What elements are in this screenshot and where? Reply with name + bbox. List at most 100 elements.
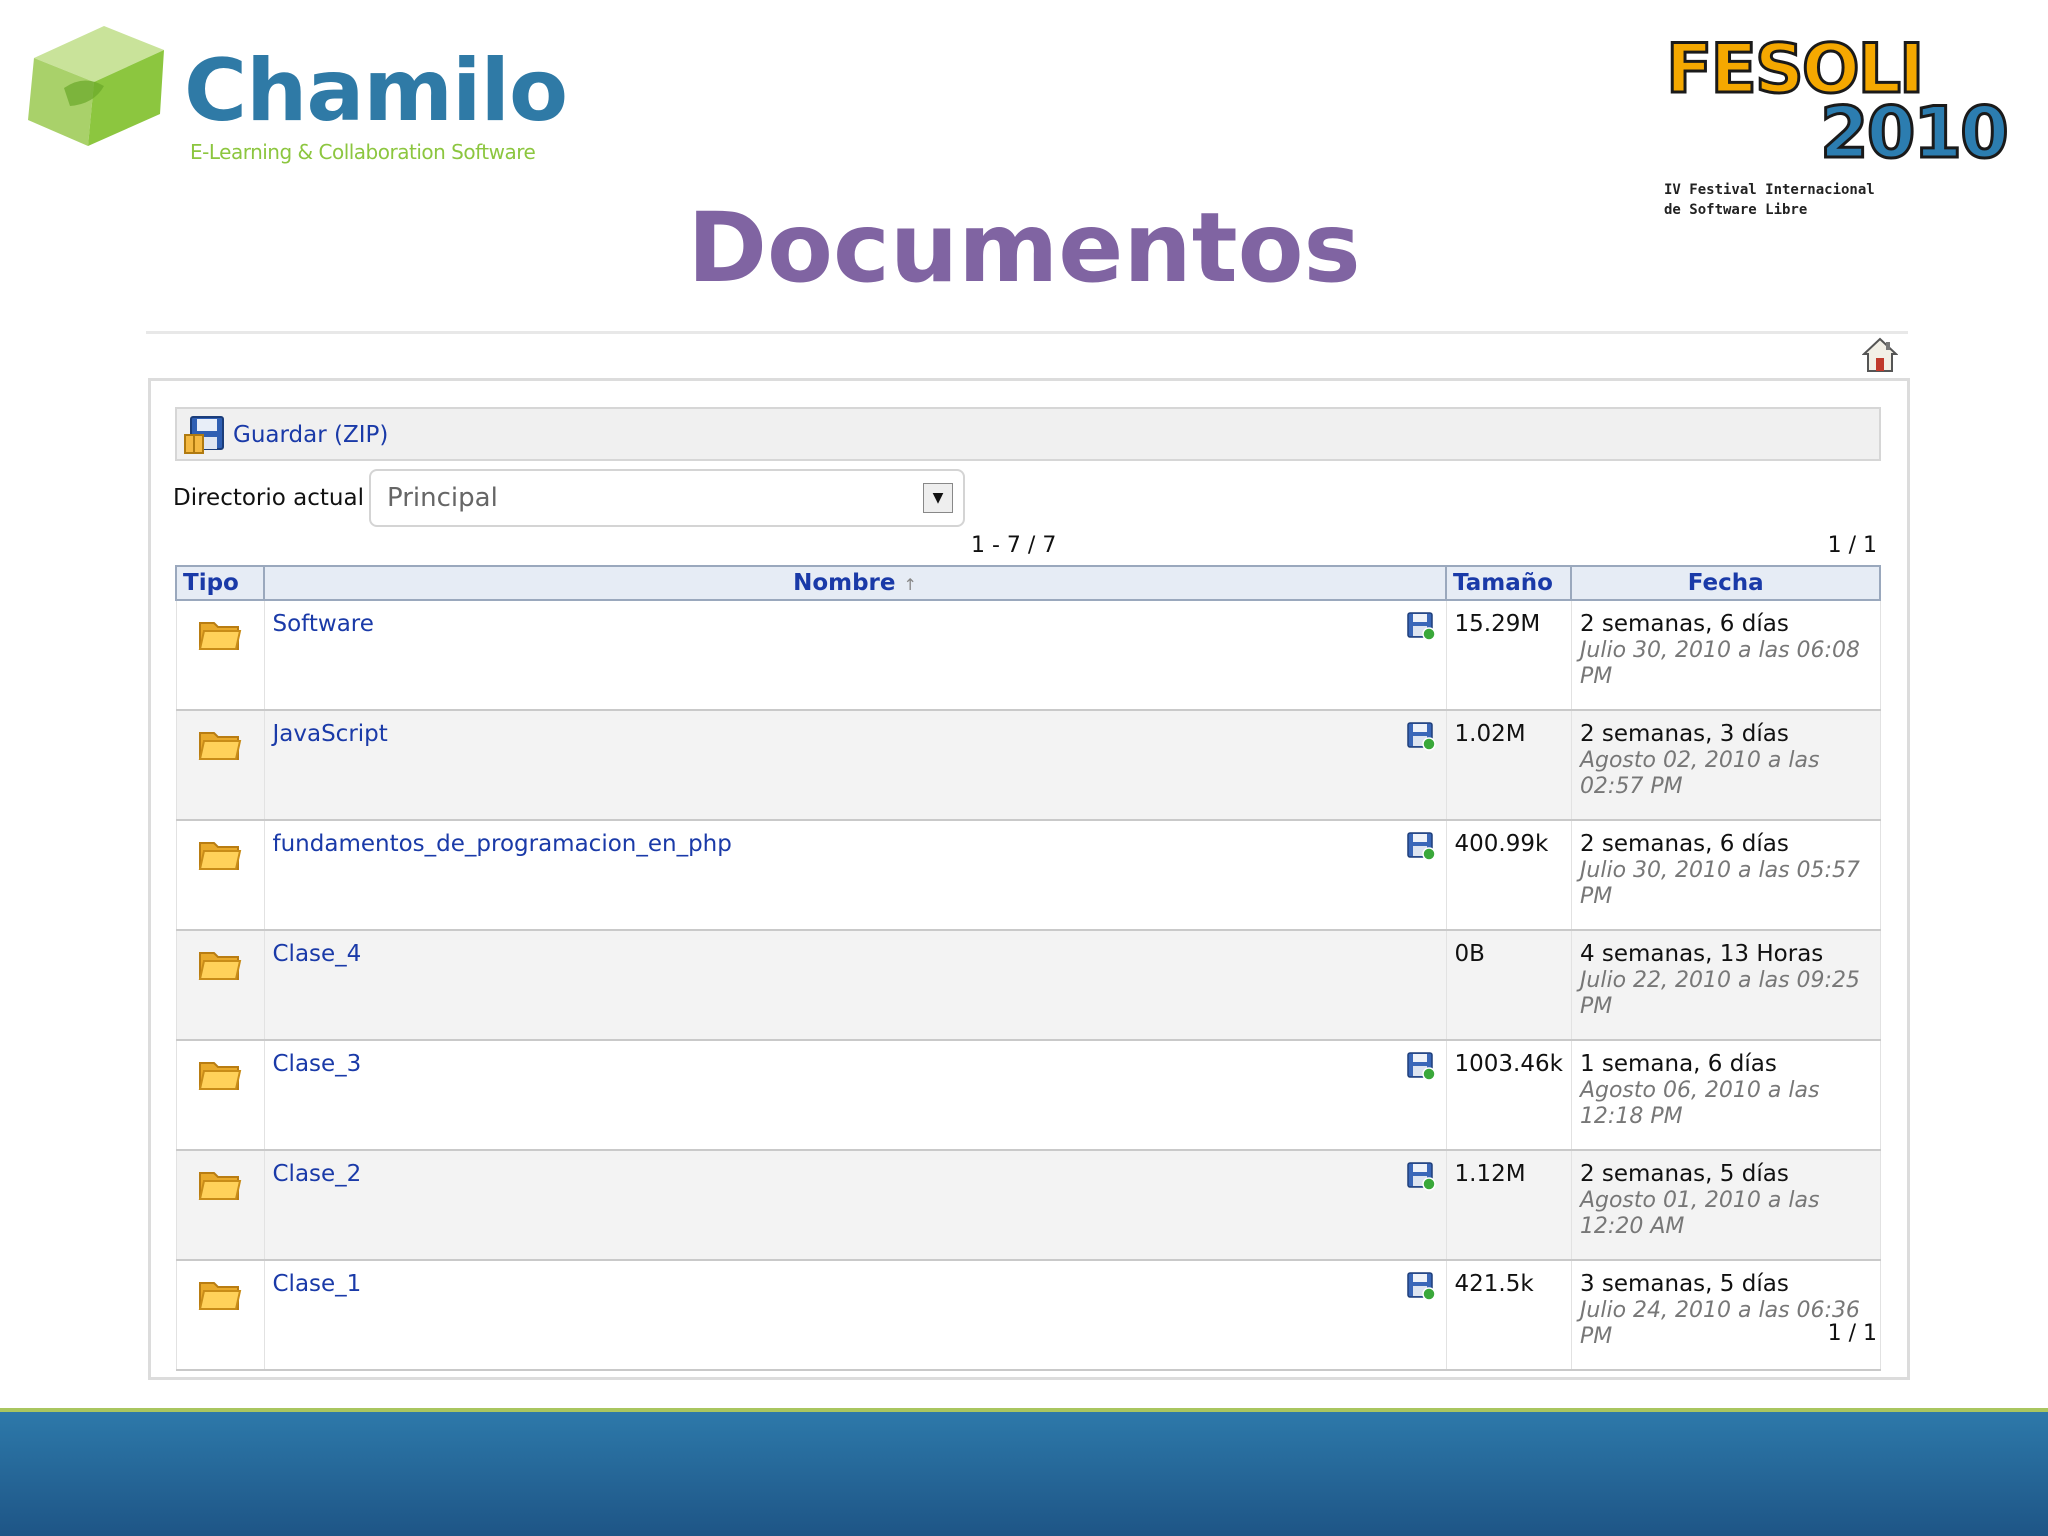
type-cell bbox=[175, 820, 265, 931]
date-cell: 3 semanas, 5 días Julio 24, 2010 a las 0… bbox=[1570, 1260, 1881, 1371]
table-row: Clase_3 1003.46k 1 semana, 6 días Agosto… bbox=[175, 1040, 1881, 1151]
type-cell bbox=[175, 710, 265, 821]
document-date: Julio 22, 2010 a las 09:25 PM bbox=[1579, 968, 1860, 1019]
name-cell: Clase_1 bbox=[263, 1260, 1447, 1371]
table-header-row: Tipo Nombre ↑ Tamaño Fecha bbox=[175, 565, 1881, 601]
document-name-link[interactable]: fundamentos_de_programacion_en_php bbox=[273, 831, 732, 857]
type-cell bbox=[175, 930, 265, 1041]
document-age: 4 semanas, 13 Horas bbox=[1579, 941, 1824, 967]
document-name-link[interactable]: JavaScript bbox=[273, 721, 388, 747]
save-zip-icon[interactable] bbox=[1406, 721, 1436, 751]
table-row: Clase_4 0B 4 semanas, 13 Horas Julio 22,… bbox=[175, 930, 1881, 1041]
home-icon[interactable] bbox=[1862, 336, 1898, 374]
title-divider bbox=[146, 331, 1908, 334]
documents-table: Tipo Nombre ↑ Tamaño Fecha Software 15.2… bbox=[175, 565, 1881, 1371]
chamilo-cube-icon bbox=[28, 26, 164, 146]
chamilo-logo: Chamilo E-Learning & Collaboration Softw… bbox=[14, 18, 574, 168]
save-zip-icon[interactable] bbox=[1406, 1271, 1436, 1301]
date-cell: 2 semanas, 6 días Julio 30, 2010 a las 0… bbox=[1570, 600, 1881, 711]
folder-icon[interactable] bbox=[198, 945, 242, 983]
name-cell: Clase_4 bbox=[263, 930, 1447, 1041]
folder-icon[interactable] bbox=[198, 1165, 242, 1203]
chamilo-tagline: E-Learning & Collaboration Software bbox=[190, 140, 536, 164]
name-cell: fundamentos_de_programacion_en_php bbox=[263, 820, 1447, 931]
save-zip-icon[interactable] bbox=[1406, 611, 1436, 641]
name-cell: Clase_2 bbox=[263, 1150, 1447, 1261]
document-date: Agosto 01, 2010 a las 12:20 AM bbox=[1579, 1188, 1820, 1239]
column-header-tamano-label: Tamaño bbox=[1453, 570, 1553, 596]
date-cell: 2 semanas, 3 días Agosto 02, 2010 a las … bbox=[1570, 710, 1881, 821]
document-size: 1003.46k bbox=[1454, 1051, 1563, 1077]
current-directory-select[interactable]: Principal ▼ bbox=[369, 469, 965, 527]
folder-icon[interactable] bbox=[198, 615, 242, 653]
save-zip-icon[interactable] bbox=[1406, 1161, 1436, 1191]
document-age: 2 semanas, 3 días bbox=[1579, 721, 1789, 747]
floppy-zip-icon bbox=[184, 416, 224, 454]
documents-toolbar: Guardar (ZIP) bbox=[175, 407, 1881, 461]
date-cell: 1 semana, 6 días Agosto 06, 2010 a las 1… bbox=[1570, 1040, 1881, 1151]
fesoli-subtitle-line1: IV Festival Internacional bbox=[1664, 182, 1875, 198]
document-age: 2 semanas, 6 días bbox=[1579, 611, 1789, 637]
document-size: 1.02M bbox=[1454, 721, 1526, 747]
save-zip-icon[interactable] bbox=[1406, 1051, 1436, 1081]
document-age: 2 semanas, 5 días bbox=[1579, 1161, 1789, 1187]
document-date: Agosto 06, 2010 a las 12:18 PM bbox=[1579, 1078, 1820, 1129]
table-row: Software 15.29M 2 semanas, 6 días Julio … bbox=[175, 600, 1881, 711]
column-header-fecha-label: Fecha bbox=[1687, 570, 1764, 596]
save-zip-label: Guardar (ZIP) bbox=[233, 422, 389, 448]
size-cell: 1.12M bbox=[1445, 1150, 1572, 1261]
document-size: 400.99k bbox=[1454, 831, 1549, 857]
sort-ascending-icon: ↑ bbox=[903, 575, 917, 594]
chamilo-wordmark: Chamilo bbox=[184, 41, 568, 141]
document-name-link[interactable]: Clase_1 bbox=[273, 1271, 362, 1297]
current-directory-value: Principal bbox=[387, 483, 498, 513]
document-size: 1.12M bbox=[1454, 1161, 1526, 1187]
column-header-tipo-label: Tipo bbox=[183, 570, 239, 596]
documents-panel: Guardar (ZIP) Directorio actual : Princi… bbox=[148, 378, 1910, 1380]
save-zip-icon[interactable] bbox=[1406, 831, 1436, 861]
folder-icon[interactable] bbox=[198, 725, 242, 763]
document-name-link[interactable]: Clase_4 bbox=[273, 941, 362, 967]
size-cell: 15.29M bbox=[1445, 600, 1572, 711]
page-indicator-bottom: 1 / 1 bbox=[1827, 1321, 1877, 1346]
current-directory-label: Directorio actual : bbox=[173, 485, 380, 511]
document-size: 0B bbox=[1454, 941, 1485, 967]
document-date: Agosto 02, 2010 a las 02:57 PM bbox=[1579, 748, 1820, 799]
column-header-fecha[interactable]: Fecha bbox=[1570, 565, 1881, 601]
column-header-nombre[interactable]: Nombre ↑ bbox=[263, 565, 1447, 601]
folder-icon[interactable] bbox=[198, 835, 242, 873]
column-header-tamano[interactable]: Tamaño bbox=[1444, 565, 1573, 601]
type-cell bbox=[175, 1260, 265, 1371]
table-row: Clase_2 1.12M 2 semanas, 5 días Agosto 0… bbox=[175, 1150, 1881, 1261]
name-cell: JavaScript bbox=[263, 710, 1447, 821]
size-cell: 0B bbox=[1445, 930, 1572, 1041]
page-indicator-top: 1 / 1 bbox=[1827, 533, 1877, 558]
footer-band bbox=[0, 1412, 2048, 1536]
document-name-link[interactable]: Clase_2 bbox=[273, 1161, 362, 1187]
document-date: Julio 30, 2010 a las 05:57 PM bbox=[1579, 858, 1860, 909]
type-cell bbox=[175, 1150, 265, 1261]
chevron-down-icon[interactable]: ▼ bbox=[923, 483, 953, 513]
column-header-nombre-label: Nombre bbox=[793, 570, 896, 596]
size-cell: 400.99k bbox=[1445, 820, 1572, 931]
document-date: Julio 24, 2010 a las 06:36 PM bbox=[1579, 1298, 1860, 1349]
fesoli-logo: FESOLI 2010 IV Festival Internacional de… bbox=[1660, 34, 2020, 226]
document-size: 15.29M bbox=[1454, 611, 1541, 637]
size-cell: 1.02M bbox=[1445, 710, 1572, 821]
folder-icon[interactable] bbox=[198, 1055, 242, 1093]
size-cell: 421.5k bbox=[1445, 1260, 1572, 1371]
date-cell: 4 semanas, 13 Horas Julio 22, 2010 a las… bbox=[1570, 930, 1881, 1041]
table-row: fundamentos_de_programacion_en_php 400.9… bbox=[175, 820, 1881, 931]
slide-title: Documentos bbox=[687, 192, 1361, 304]
document-name-link[interactable]: Clase_3 bbox=[273, 1051, 362, 1077]
date-cell: 2 semanas, 5 días Agosto 01, 2010 a las … bbox=[1570, 1150, 1881, 1261]
table-row: JavaScript 1.02M 2 semanas, 3 días Agost… bbox=[175, 710, 1881, 821]
folder-icon[interactable] bbox=[198, 1275, 242, 1313]
name-cell: Clase_3 bbox=[263, 1040, 1447, 1151]
table-row: Clase_1 421.5k 3 semanas, 5 días Julio 2… bbox=[175, 1260, 1881, 1371]
size-cell: 1003.46k bbox=[1445, 1040, 1572, 1151]
document-name-link[interactable]: Software bbox=[273, 611, 374, 637]
save-zip-button[interactable]: Guardar (ZIP) bbox=[183, 415, 388, 455]
document-age: 3 semanas, 5 días bbox=[1579, 1271, 1789, 1297]
column-header-tipo[interactable]: Tipo bbox=[175, 565, 265, 601]
